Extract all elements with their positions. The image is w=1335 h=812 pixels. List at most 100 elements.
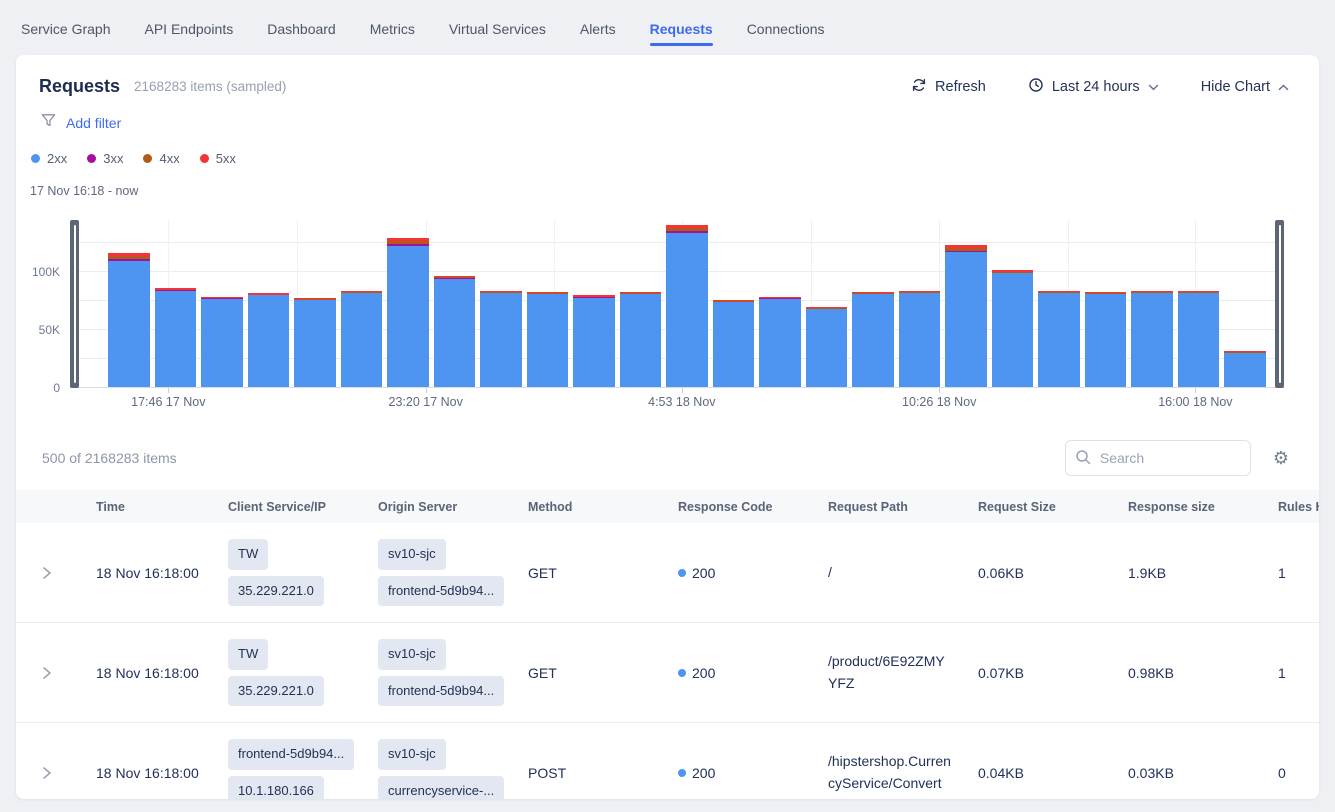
chart-range-label: 17 Nov 16:18 - now <box>30 184 1319 198</box>
bar-segment-2xx <box>341 293 383 388</box>
tab-service-graph[interactable]: Service Graph <box>21 21 110 46</box>
time-range-select[interactable]: Last 24 hours <box>1028 77 1159 97</box>
chart-bar[interactable] <box>713 300 755 388</box>
tab-metrics[interactable]: Metrics <box>370 21 415 46</box>
chart-bar[interactable] <box>806 307 848 388</box>
bar-segment-2xx <box>759 299 801 388</box>
gear-icon[interactable]: ⚙ <box>1273 449 1289 467</box>
bar-segment-2xx <box>480 293 522 388</box>
column-header-method: Method <box>528 500 678 514</box>
bar-segment-2xx <box>1178 293 1220 388</box>
brush-handle-right[interactable] <box>1275 220 1284 388</box>
legend-item-3xx: 3xx <box>87 151 123 166</box>
tab-api-endpoints[interactable]: API Endpoints <box>144 21 233 46</box>
hide-chart-toggle[interactable]: Hide Chart <box>1201 79 1289 95</box>
chart-bar[interactable] <box>899 291 941 388</box>
tag-pill[interactable]: sv10-sjc <box>378 539 446 569</box>
bar-segment-2xx <box>713 302 755 388</box>
cell-rules-hit: 1 <box>1278 565 1319 581</box>
x-tick-mark <box>682 388 683 393</box>
chart-bar[interactable] <box>434 276 476 388</box>
add-filter-button[interactable]: Add filter <box>66 115 121 131</box>
x-tick-label: 23:20 17 Nov <box>389 395 463 409</box>
bar-segment-2xx <box>806 309 848 388</box>
tag-pill[interactable]: sv10-sjc <box>378 639 446 669</box>
chart-bar[interactable] <box>387 238 429 388</box>
chart-bar[interactable] <box>1131 291 1173 388</box>
client-pills: TW 35.229.221.0 <box>228 639 360 706</box>
bar-segment-2xx <box>387 246 429 389</box>
chart-bar[interactable] <box>294 298 336 388</box>
chart-bar[interactable] <box>1178 291 1220 388</box>
chart-bar[interactable] <box>248 293 290 388</box>
chart-bar[interactable] <box>480 291 522 388</box>
tab-connections[interactable]: Connections <box>747 21 825 46</box>
chevron-right-icon <box>42 666 52 680</box>
table-row[interactable]: 18 Nov 16:18:00TW 35.229.221.0 sv10-sjc fro… <box>16 523 1319 623</box>
tag-pill[interactable]: 35.229.221.0 <box>228 576 324 606</box>
chart-bar[interactable] <box>945 245 987 388</box>
chart-bar[interactable] <box>527 292 569 388</box>
tag-pill[interactable]: sv10-sjc <box>378 739 446 769</box>
bar-segment-2xx <box>527 294 569 388</box>
chart-bar[interactable] <box>852 292 894 388</box>
top-nav: Service Graph API Endpoints Dashboard Metri… <box>0 0 1335 46</box>
legend-dot-4xx <box>143 154 152 163</box>
bar-segment-2xx <box>852 294 894 388</box>
refresh-button[interactable]: Refresh <box>911 77 986 97</box>
requests-table: TimeClient Service/IPOrigin ServerMethod… <box>16 490 1319 799</box>
legend-dot-2xx <box>31 154 40 163</box>
cell-method: GET <box>528 565 678 581</box>
cell-response-code: 200 <box>678 565 828 581</box>
column-header-response-size: Response size <box>1128 500 1278 514</box>
bar-segment-2xx <box>899 293 941 388</box>
client-pills: TW 35.229.221.0 <box>228 539 360 606</box>
search-input[interactable] <box>1065 440 1251 476</box>
chart-bar[interactable] <box>620 292 662 388</box>
table-row[interactable]: 18 Nov 16:18:00TW35.229.221.0sv10-sjcfro… <box>16 623 1319 723</box>
cell-response-code: 200 <box>678 665 828 681</box>
tab-alerts[interactable]: Alerts <box>580 21 616 46</box>
cell-client: TW 35.229.221.0 <box>228 639 378 706</box>
x-tick-label: 4:53 18 Nov <box>648 395 715 409</box>
tab-dashboard[interactable]: Dashboard <box>267 21 336 46</box>
legend-item-4xx: 4xx <box>143 151 179 166</box>
status-dot <box>678 569 686 577</box>
table-row[interactable]: 18 Nov 16:18:00frontend-5d9b94...10.1.18… <box>16 723 1319 799</box>
row-expander[interactable] <box>16 566 96 580</box>
tag-pill[interactable]: 10.1.180.166 <box>228 776 324 800</box>
chart-bar[interactable] <box>341 291 383 388</box>
cell-time: 18 Nov 16:18:00 <box>96 565 228 581</box>
tag-pill[interactable]: frontend-5d9b94... <box>228 739 354 769</box>
brush-handle-left[interactable] <box>70 220 79 388</box>
cell-origin: sv10-sjc currencyservice-... <box>378 739 528 799</box>
chart-bar[interactable] <box>108 253 150 388</box>
chart-bar[interactable] <box>992 270 1034 388</box>
chart-bar[interactable] <box>666 225 708 388</box>
chart-bar[interactable] <box>1038 291 1080 388</box>
tag-pill[interactable]: frontend-5d9b94... <box>378 576 504 606</box>
column-header-time: Time <box>96 500 228 514</box>
table-toolbar: 500 of 2168283 items ⚙ <box>42 440 1289 476</box>
chart-bar[interactable] <box>759 297 801 389</box>
chart-bar[interactable] <box>573 295 615 388</box>
row-expander[interactable] <box>16 766 96 780</box>
bar-segment-2xx <box>201 299 243 388</box>
tag-pill[interactable]: currencyservice-... <box>378 776 504 800</box>
column-header-rules-hit: Rules Hit <box>1278 500 1319 514</box>
tag-pill[interactable]: TW <box>228 639 268 669</box>
tab-virtual-services[interactable]: Virtual Services <box>449 21 546 46</box>
column-header-origin-server: Origin Server <box>378 500 528 514</box>
tag-pill[interactable]: TW <box>228 539 268 569</box>
cell-request-path: / <box>828 562 978 584</box>
chart-bar[interactable] <box>1224 351 1266 388</box>
tag-pill[interactable]: 35.229.221.0 <box>228 676 324 706</box>
cell-method: POST <box>528 765 678 781</box>
x-tick-label: 16:00 18 Nov <box>1158 395 1232 409</box>
chart-bar[interactable] <box>1085 292 1127 388</box>
tab-requests[interactable]: Requests <box>650 21 713 46</box>
tag-pill[interactable]: frontend-5d9b94... <box>378 676 504 706</box>
chart-bar[interactable] <box>201 297 243 389</box>
row-expander[interactable] <box>16 666 96 680</box>
chart-bar[interactable] <box>155 288 197 388</box>
